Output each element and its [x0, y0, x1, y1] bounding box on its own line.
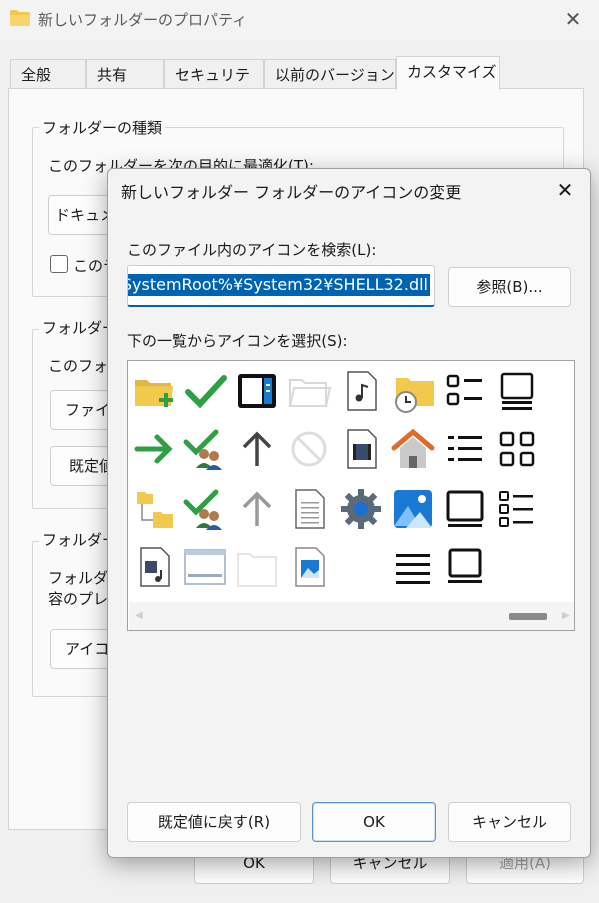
details-list-icon[interactable]: [440, 424, 490, 474]
blank-icon[interactable]: [336, 542, 386, 592]
picture-icon[interactable]: [388, 484, 438, 534]
grid-view-icon[interactable]: [492, 424, 542, 474]
text-document-icon[interactable]: [284, 484, 334, 534]
green-arrow-icon[interactable]: [129, 424, 179, 474]
scheduled-folder-icon[interactable]: [388, 366, 438, 416]
up-arrow-icon[interactable]: [232, 424, 282, 474]
tab-security[interactable]: セキュリティ: [164, 59, 264, 114]
gear-icon[interactable]: [336, 484, 386, 534]
scroll-right-icon[interactable]: ▶: [562, 610, 570, 621]
media-file-icon[interactable]: [129, 542, 179, 592]
video-file-icon[interactable]: [336, 424, 386, 474]
icon-file-path-input[interactable]: %SystemRoot%¥System32¥SHELL32.dll: [127, 265, 435, 307]
folder-add-icon[interactable]: [129, 366, 179, 416]
blocked-icon[interactable]: [284, 424, 334, 474]
folder-tree-icon[interactable]: [129, 484, 179, 534]
image-file-icon[interactable]: [284, 542, 334, 592]
users-check-gray-icon[interactable]: [180, 484, 230, 534]
properties-title: 新しいフォルダーのプロパティ: [38, 11, 248, 29]
home-icon[interactable]: [388, 424, 438, 474]
folder-icon: [10, 10, 30, 26]
dialog-close-button[interactable]: ✕: [550, 175, 580, 205]
tab-sharing[interactable]: 共有: [86, 59, 164, 89]
folder-icon-text-2: 容のプレ: [48, 590, 109, 608]
icon-list[interactable]: ◀ ▶: [127, 360, 575, 631]
sidebar-window-icon[interactable]: [232, 366, 282, 416]
dialog-ok-button[interactable]: OK: [312, 802, 436, 842]
folder-type-label: フォルダーの種類: [39, 117, 166, 138]
music-file-icon[interactable]: [336, 366, 386, 416]
dialog-title: 新しいフォルダー フォルダーのアイコンの変更: [121, 183, 462, 202]
tab-general[interactable]: 全般: [10, 59, 86, 89]
apply-subfolders-checkbox[interactable]: [50, 255, 68, 273]
empty-folder-icon[interactable]: [284, 366, 334, 416]
up-arrow-light-icon[interactable]: [232, 484, 282, 534]
monitor-text-icon[interactable]: [492, 366, 542, 416]
users-check-icon[interactable]: [180, 424, 230, 474]
display-icon[interactable]: [440, 484, 490, 534]
search-file-label: このファイル内のアイコンを検索(L):: [127, 241, 377, 259]
select-icon-label: 下の一覧からアイコンを選択(S):: [127, 332, 348, 350]
scroll-thumb[interactable]: [509, 613, 547, 620]
browse-button[interactable]: 参照(B)...: [448, 267, 571, 307]
scroll-left-icon[interactable]: ◀: [135, 610, 143, 621]
change-icon-dialog: 新しいフォルダー フォルダーのアイコンの変更 ✕ このファイル内のアイコンを検索…: [107, 168, 591, 858]
properties-close-button[interactable]: ✕: [560, 6, 586, 32]
blank-folder-icon[interactable]: [232, 542, 282, 592]
restore-default-button[interactable]: 既定値に戻す(R): [127, 802, 301, 842]
icon-list-scrollbar[interactable]: ◀ ▶: [129, 602, 574, 630]
lines-icon[interactable]: [388, 542, 438, 592]
list-view-icon[interactable]: [440, 366, 490, 416]
properties-title-bar: 新しいフォルダーのプロパティ ✕: [0, 0, 599, 40]
bullet-list-icon[interactable]: [492, 484, 542, 534]
laptop-icon[interactable]: [440, 542, 490, 592]
green-check-icon[interactable]: [180, 366, 230, 416]
path-selected-text: %SystemRoot%¥System32¥SHELL32.dll: [128, 274, 430, 296]
dialog-cancel-button[interactable]: キャンセル: [448, 802, 571, 842]
tab-previous-versions[interactable]: 以前のバージョン: [264, 59, 396, 89]
tab-customize[interactable]: カスタマイズ: [396, 56, 500, 90]
window-icon[interactable]: [180, 542, 230, 592]
